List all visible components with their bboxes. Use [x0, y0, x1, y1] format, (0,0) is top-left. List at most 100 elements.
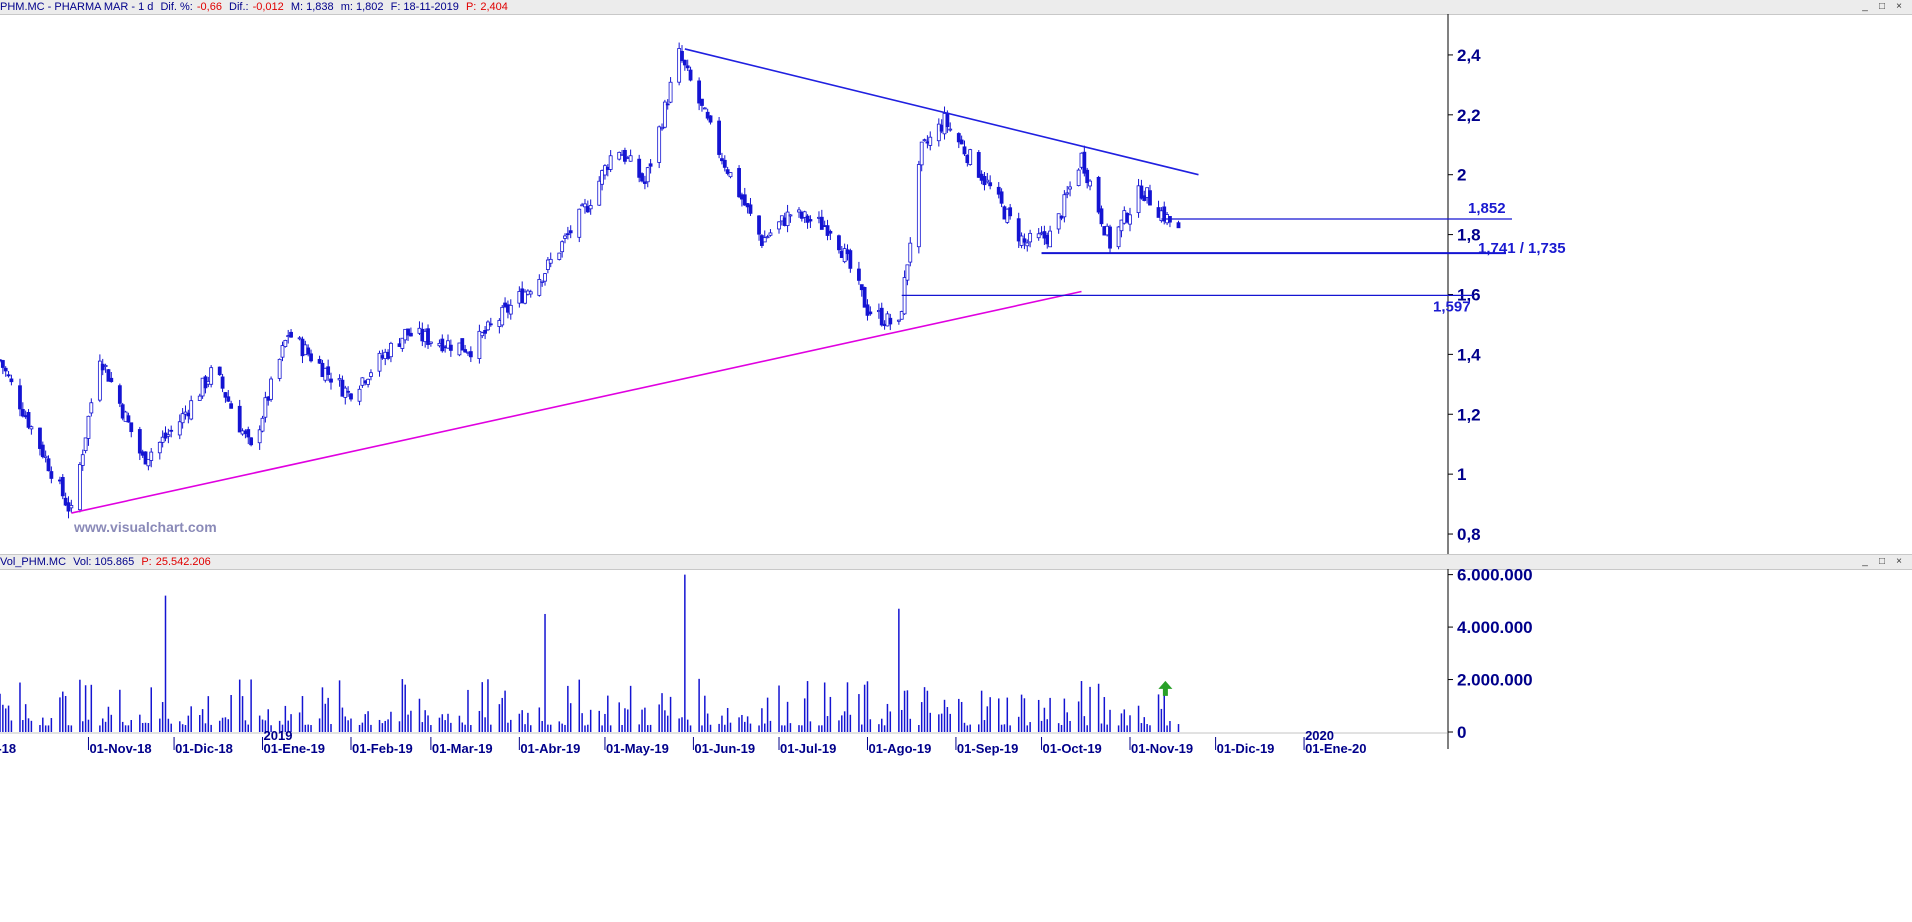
candle-body — [896, 319, 901, 322]
price-window-buttons: _ □ × — [1857, 0, 1908, 14]
candle-body — [702, 107, 707, 110]
candle-body — [357, 388, 362, 402]
year-marker-label: 2020 — [1305, 728, 1334, 743]
date-tick-label: 01-Mar-19 — [432, 741, 493, 756]
candle-body — [60, 477, 65, 497]
candle-body — [916, 164, 921, 248]
candle-body — [209, 367, 214, 385]
volume-chart[interactable]: 6.000.000 4.000.000 2.000.000 0 t-18 01-Nov-1… — [0, 569, 1912, 922]
candle-body — [129, 422, 134, 433]
candle-body — [565, 233, 570, 236]
candle-body — [765, 236, 770, 239]
candle-body — [919, 141, 924, 166]
candle-body — [680, 50, 684, 61]
candle-body — [0, 360, 5, 368]
candle-body — [1068, 186, 1072, 190]
volume-p-label: P: — [141, 556, 152, 568]
candle-body — [3, 367, 8, 372]
candle-body — [757, 215, 761, 235]
price-panel[interactable]: PHM.MC - PHARMA MAR - 1 d Dif. %: -0,66 D… — [0, 0, 1912, 554]
minimize-icon[interactable]: _ — [1860, 0, 1870, 14]
last-value: 2,404 — [480, 1, 508, 13]
candle-body — [40, 444, 45, 458]
maximize-icon[interactable]: □ — [1877, 555, 1887, 569]
minimize-icon[interactable]: _ — [1860, 555, 1870, 569]
maximize-icon[interactable]: □ — [1877, 0, 1887, 14]
candle-body — [468, 351, 473, 358]
date-tick-label: 01-Abr-19 — [520, 741, 580, 756]
date-tick-label: 01-May-19 — [606, 741, 669, 756]
volume-y-tick-label: 0 — [1457, 723, 1466, 742]
date-label: F: 18-11-2019 — [390, 1, 459, 13]
date-tick-label: 01-Feb-19 — [352, 741, 413, 756]
support-trendline[interactable] — [71, 290, 1082, 514]
candle-body — [29, 426, 34, 430]
candle-body — [280, 345, 285, 358]
candle-body — [657, 126, 662, 163]
candle-body — [837, 235, 841, 251]
candle-body — [283, 340, 288, 347]
candle-body — [1099, 208, 1104, 225]
date-tick-label: 01-Jun-19 — [694, 741, 755, 756]
candle-body — [237, 405, 242, 433]
candle-body — [1025, 242, 1030, 247]
volume-y-tick-label: 6.000.000 — [1457, 569, 1533, 585]
close-icon[interactable]: × — [1894, 555, 1904, 569]
candle-body — [728, 172, 733, 178]
candle-body — [329, 378, 333, 383]
candle-body — [166, 434, 171, 437]
candle-body — [608, 155, 613, 170]
price-level-label: 1,852 — [1468, 200, 1506, 217]
candle-body — [1022, 238, 1027, 243]
dif-label: Dif.: — [229, 1, 249, 13]
candle-body — [508, 304, 513, 315]
price-chart[interactable]: 2,42,221,81,61,41,210,81,8521,741 / 1,73… — [0, 14, 1912, 554]
candle-body — [588, 205, 593, 210]
resistance-trendline[interactable] — [684, 48, 1199, 176]
candle-body — [1108, 226, 1112, 249]
candle-body — [428, 341, 433, 344]
candle-body — [648, 163, 653, 167]
candle-body — [1176, 222, 1181, 229]
close-icon[interactable]: × — [1894, 0, 1904, 14]
volume-value-label: Vol: 105.865 — [73, 556, 135, 568]
year-marker-label: 2019 — [264, 728, 293, 743]
candle-body — [976, 152, 981, 178]
candle-body — [43, 455, 48, 458]
candle-body — [819, 216, 824, 230]
candle-body — [662, 101, 667, 128]
volume-panel[interactable]: Vol_PHM.MC Vol: 105.865 P: 25.542.206 _ □ ×… — [0, 554, 1912, 922]
candles — [0, 42, 1181, 519]
candle-body — [959, 139, 964, 145]
candle-body — [857, 268, 861, 281]
candle-body — [848, 250, 853, 269]
candle-body — [688, 69, 693, 81]
candle-body — [665, 103, 670, 106]
candle-body — [660, 127, 664, 130]
candle-body — [488, 323, 493, 326]
candle-body — [722, 159, 727, 168]
candle-body — [597, 180, 602, 206]
candle-body — [945, 112, 950, 128]
candle-body — [748, 204, 753, 214]
candle-body — [103, 365, 108, 367]
price-y-tick-label: 1,2 — [1457, 405, 1481, 424]
candle-body — [1065, 192, 1070, 195]
candle-body — [486, 321, 490, 331]
candle-body — [309, 353, 313, 362]
candle-body — [999, 191, 1004, 204]
candle-body — [440, 338, 445, 352]
last-label: P: — [465, 1, 477, 13]
candle-body — [682, 59, 687, 66]
price-y-tick-label: 1,4 — [1457, 345, 1481, 364]
candle-body — [908, 242, 913, 263]
price-y-tick-label: 1 — [1457, 465, 1466, 484]
candle-body — [220, 376, 225, 389]
candle-body — [483, 330, 488, 334]
candle-body — [948, 128, 953, 131]
candle-body — [788, 214, 793, 217]
candle-body — [700, 98, 704, 106]
candle-body — [260, 417, 265, 432]
candle-body — [577, 208, 582, 238]
candle-body — [928, 136, 933, 146]
